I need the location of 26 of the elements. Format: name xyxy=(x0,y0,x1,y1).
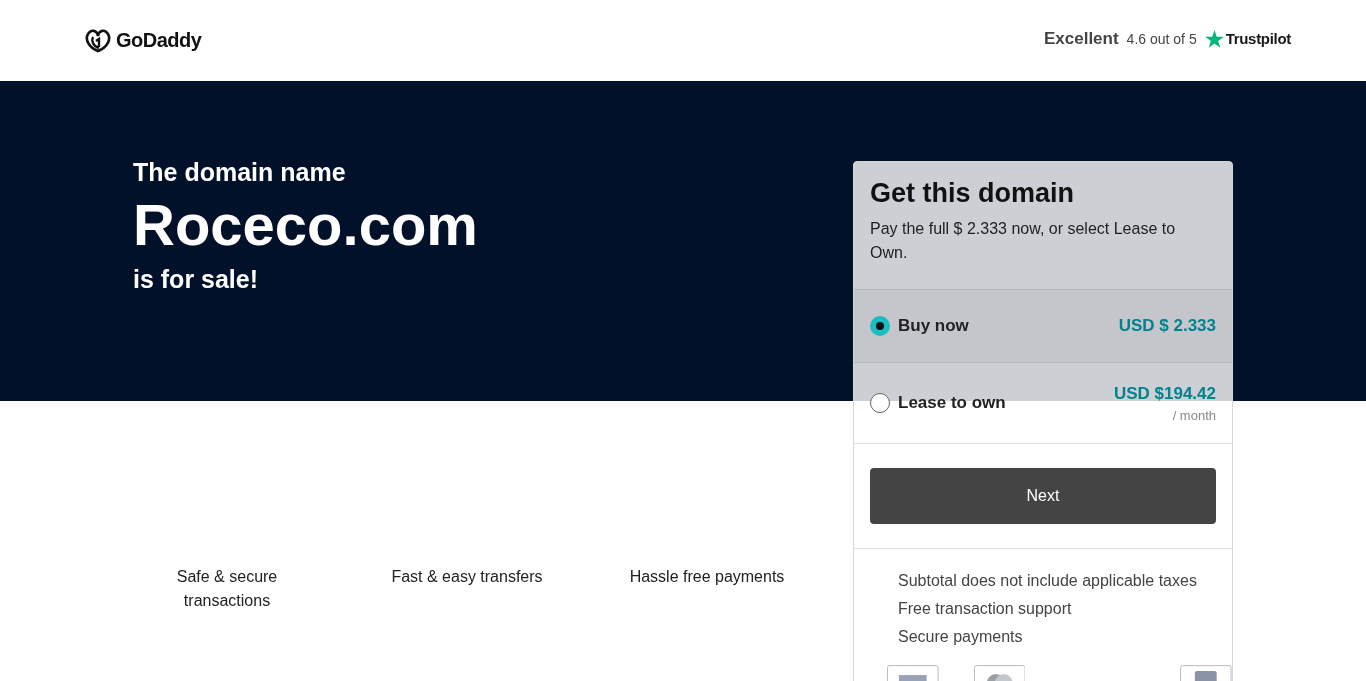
rating-label: Excellent xyxy=(1043,28,1119,49)
price-period: / month xyxy=(1172,407,1216,423)
star-icon xyxy=(1204,29,1224,48)
option-label: Lease to own xyxy=(898,393,1006,413)
card-note: Secure payments xyxy=(898,627,1024,647)
hero-outro: is for sale! xyxy=(133,264,260,294)
card-note: Free transaction support xyxy=(898,599,1073,619)
option-price: USD $194.42 xyxy=(1113,383,1216,404)
feature-label: Hassle free payments xyxy=(628,567,786,587)
next-button[interactable]: Next xyxy=(870,468,1216,524)
purchase-option[interactable]: Buy now USD $ 2.333 xyxy=(854,290,1232,363)
hero-intro: The domain name xyxy=(133,158,347,187)
card-title: Get this domain xyxy=(870,178,1076,209)
radio-button[interactable] xyxy=(870,316,890,336)
radio-button[interactable] xyxy=(870,393,890,413)
logo-icon xyxy=(84,28,112,53)
feature-label: Safe & secure transactions xyxy=(175,567,279,611)
card-note: Subtotal does not include applicable taxes xyxy=(898,571,1198,591)
option-label: Buy now xyxy=(898,316,969,336)
option-price: USD $ 2.333 xyxy=(1118,316,1216,336)
feature-label: Fast & easy transfers xyxy=(390,567,544,587)
review-site-name[interactable]: Trustpilot xyxy=(1225,30,1291,47)
rating-score: 4.6 out of 5 xyxy=(1126,30,1197,47)
domain-name: Roceco.com xyxy=(133,193,478,257)
logo-text[interactable]: GoDaddy xyxy=(116,29,202,52)
card-description: Pay the full $ 2.333 now, or select Lease to Own. xyxy=(870,219,1177,263)
